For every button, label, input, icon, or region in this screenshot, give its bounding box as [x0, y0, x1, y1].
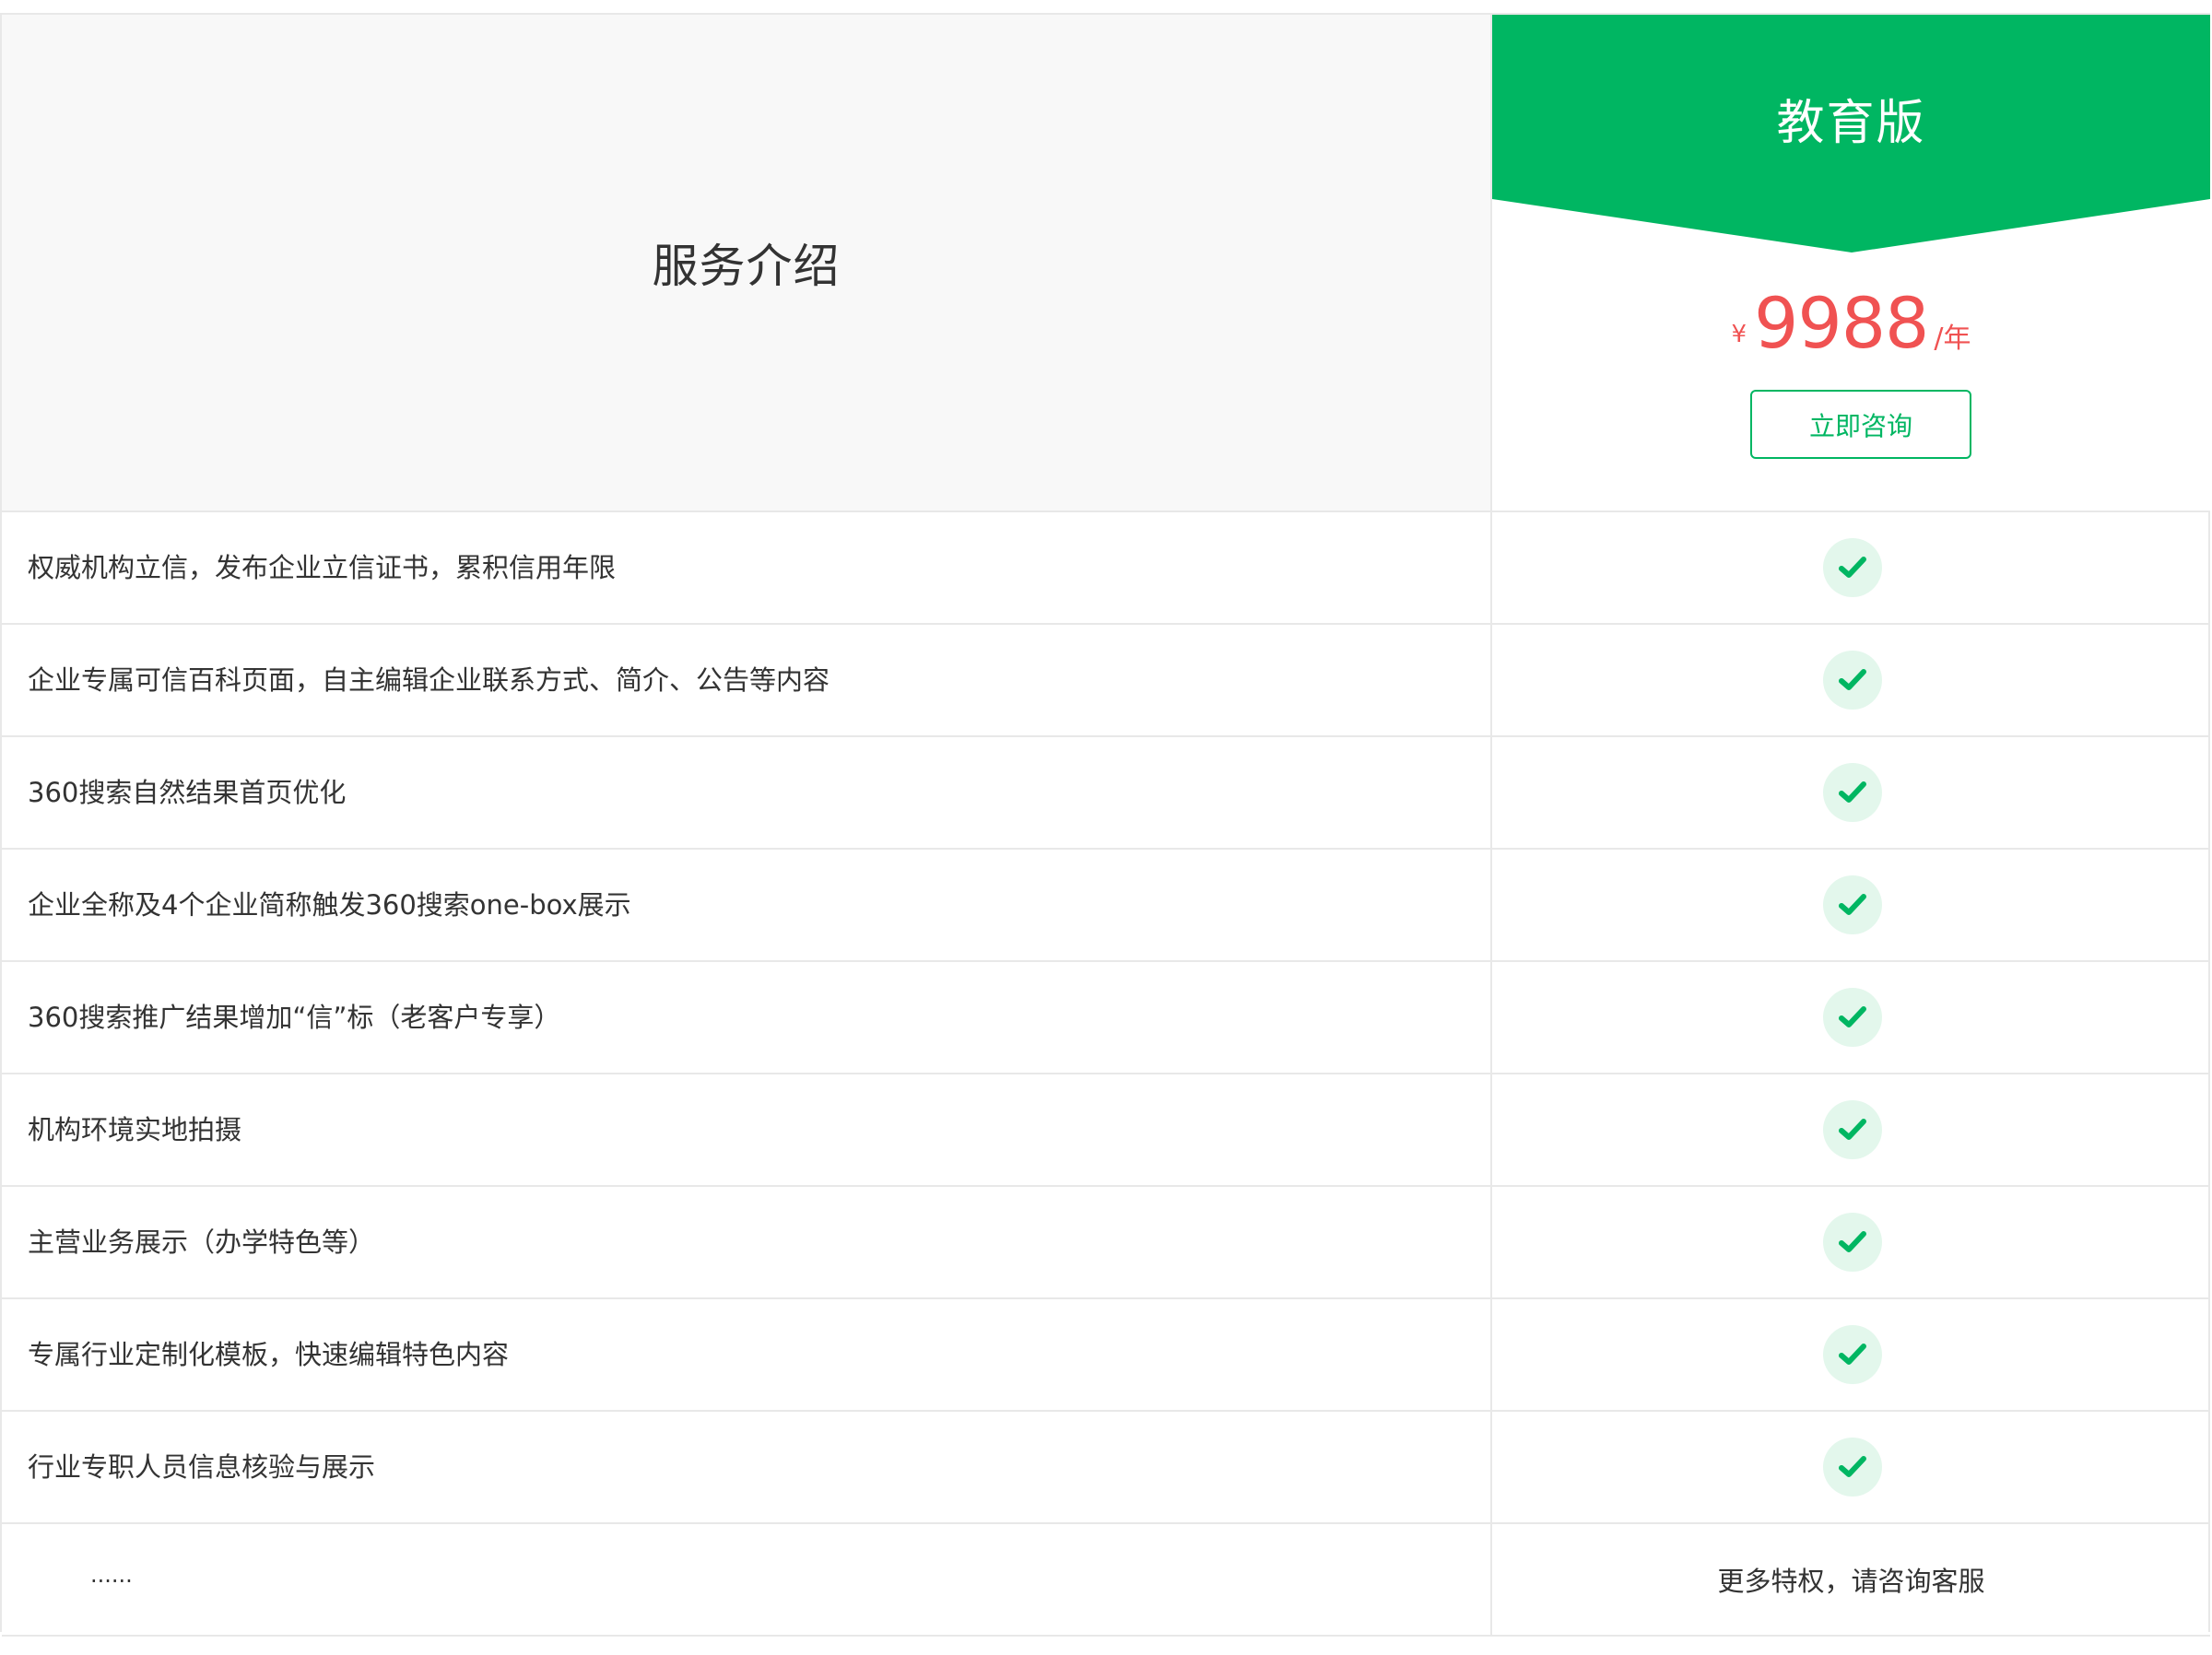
column-divider — [1490, 1187, 1492, 1297]
plan-header: 教育版 ¥9988/年 立即咨询 — [1492, 15, 2210, 511]
feature-row: 企业全称及4个企业简称触发360搜索one-box展示 — [2, 848, 2210, 960]
feature-row: 权威机构立信，发布企业立信证书，累积信用年限 — [2, 511, 2210, 623]
price-currency: ¥ — [1731, 321, 1747, 348]
check-icon — [1823, 1325, 1882, 1384]
feature-label: 企业全称及4个企业简称触发360搜索one-box展示 — [28, 889, 631, 921]
feature-label: 企业专属可信百科页面，自主编辑企业联系方式、简介、公告等内容 — [28, 664, 830, 696]
pricing-table: 服务介绍 教育版 ¥9988/年 立即咨询 权威机构立信，发布企业立信证书，累积… — [0, 13, 2210, 1637]
feature-row: 主营业务展示（办学特色等） — [2, 1185, 2210, 1297]
service-intro-title: 服务介绍 — [652, 240, 841, 293]
column-divider — [1490, 1412, 1492, 1522]
column-divider — [1490, 962, 1492, 1073]
feature-row: 360搜索推广结果增加“信”标（老客户专享） — [2, 960, 2210, 1073]
price-unit: /年 — [1934, 323, 1971, 355]
plan-name: 教育版 — [1776, 96, 1926, 151]
column-divider — [1490, 850, 1492, 960]
plan-price: ¥9988/年 — [1492, 282, 2210, 365]
column-divider — [1490, 625, 1492, 735]
column-divider — [1490, 512, 1492, 623]
price-amount: 9988 — [1754, 282, 1929, 364]
feature-row: 专属行业定制化模板，快速编辑特色内容 — [2, 1297, 2210, 1410]
column-divider — [1490, 1299, 1492, 1410]
column-divider — [1490, 1074, 1492, 1185]
feature-label: 机构环境实地拍摄 — [28, 1114, 242, 1145]
more-ellipsis: ...... — [90, 1562, 133, 1588]
feature-label: 行业专职人员信息核验与展示 — [28, 1451, 376, 1483]
feature-row: 行业专职人员信息核验与展示 — [2, 1410, 2210, 1522]
check-icon — [1823, 651, 1882, 710]
check-icon — [1823, 988, 1882, 1047]
feature-label: 主营业务展示（办学特色等） — [28, 1227, 376, 1258]
more-privileges-note: 更多特权，请咨询客服 — [1717, 1566, 1985, 1597]
check-icon — [1823, 1438, 1882, 1497]
check-icon — [1823, 1213, 1882, 1272]
feature-label: 360搜索自然结果首页优化 — [28, 777, 347, 808]
service-intro-header: 服务介绍 — [2, 15, 1492, 511]
feature-label: 专属行业定制化模板，快速编辑特色内容 — [28, 1339, 510, 1370]
feature-row: 360搜索自然结果首页优化 — [2, 735, 2210, 848]
feature-row: 机构环境实地拍摄 — [2, 1073, 2210, 1185]
feature-label: 360搜索推广结果增加“信”标（老客户专享） — [28, 1002, 561, 1033]
check-icon — [1823, 1100, 1882, 1159]
column-divider — [1490, 737, 1492, 848]
check-icon — [1823, 763, 1882, 822]
check-icon — [1823, 875, 1882, 934]
feature-label: 权威机构立信，发布企业立信证书，累积信用年限 — [28, 552, 617, 583]
consult-button[interactable]: 立即咨询 — [1750, 390, 1971, 459]
footer-row: ...... 更多特权，请咨询客服 — [2, 1522, 2210, 1637]
feature-row: 企业专属可信百科页面，自主编辑企业联系方式、简介、公告等内容 — [2, 623, 2210, 735]
feature-rows: 权威机构立信，发布企业立信证书，累积信用年限 企业专属可信百科页面，自主编辑企业… — [2, 511, 2210, 1637]
check-icon — [1823, 538, 1882, 597]
